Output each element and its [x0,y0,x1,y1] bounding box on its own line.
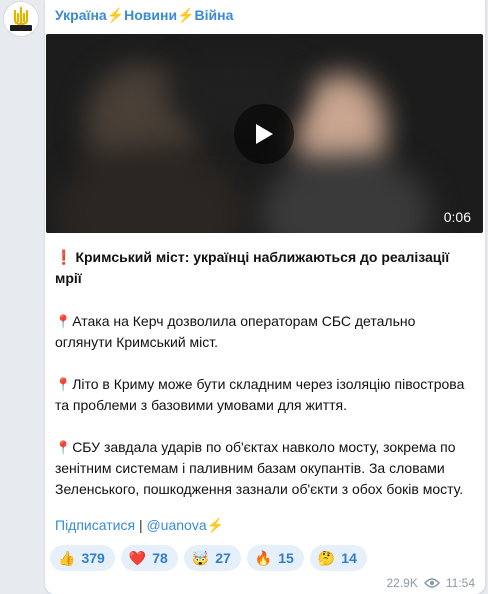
post-title-text: Кримський міст: українці наближаються до… [55,249,450,286]
channel-name-part3: Війна [194,7,234,23]
paragraph-text: Атака на Керч дозволила операторам СБС д… [55,313,416,350]
reaction-count: 379 [81,550,105,566]
post-text: ❗ Кримський міст: українці наближаються д… [55,247,475,521]
reaction-mind-blown[interactable]: 🤯 27 [183,545,241,571]
link-separator: | [138,517,143,533]
reaction-count: 78 [152,550,168,566]
reactions-bar: 👍 379 ❤️ 78 🤯 27 🔥 15 🤔 14 [50,545,367,571]
trident-logo [10,6,32,31]
channel-avatar[interactable] [3,1,39,37]
paragraph-text: СБУ завдала ударів по об'єктах навколо м… [55,439,464,497]
reaction-thumbs-up[interactable]: 👍 379 [50,545,115,571]
video-frame-blur [261,154,431,233]
subscribe-link[interactable]: Підписатися [55,517,135,533]
reaction-count: 15 [278,550,294,566]
exclamation-icon: ❗ [55,249,73,265]
post-title: ❗ Кримський міст: українці наближаються д… [55,247,475,289]
bolt-icon: ⚡ [106,7,125,23]
play-button[interactable] [234,104,294,164]
channel-name[interactable]: Україна⚡Новини⚡Війна [55,7,233,24]
video-player[interactable]: 0:06 [46,34,483,233]
view-count: 22.9K [386,576,418,590]
video-frame-blur [56,144,246,233]
play-icon [256,124,273,144]
reaction-heart[interactable]: ❤️ 78 [120,545,178,571]
reaction-count: 14 [341,550,357,566]
paragraph: 📍Атака на Керч дозволила операторам СБС … [55,311,475,353]
bolt-icon: ⚡ [177,7,195,23]
pin-icon: 📍 [55,440,72,455]
message-meta: 22.9K 11:54 [387,576,476,590]
paragraph: 📍СБУ завдала ударів по об'єктах навколо … [55,437,475,500]
thumbs-up-icon: 👍 [58,549,76,566]
reaction-count: 27 [215,550,231,566]
mind-blown-icon: 🤯 [191,549,210,566]
pin-icon: 📍 [55,314,72,329]
heart-icon: ❤️ [128,549,147,566]
eye-icon [423,578,440,588]
message-time: 11:54 [445,576,475,590]
thinking-icon: 🤔 [317,549,336,566]
fire-icon: 🔥 [254,549,273,566]
reaction-fire[interactable]: 🔥 15 [246,545,304,571]
reaction-thinking[interactable]: 🤔 14 [309,545,367,571]
pin-icon: 📍 [55,377,72,392]
paragraph-text: Літо в Криму може бути складним через із… [55,376,465,413]
channel-handle-link[interactable]: @uanova [146,517,206,533]
channel-name-part2: Новини [124,7,178,23]
channel-name-part1: Україна [55,7,107,23]
footer-links: Підписатися | @uanova⚡ [55,517,224,534]
video-duration: 0:06 [443,209,471,225]
message-bubble: Україна⚡Новини⚡Війна 0:06 ❗ Кримський міс… [45,0,485,594]
paragraph: 📍Літо в Криму може бути складним через і… [55,374,475,416]
bolt-icon: ⚡ [206,517,225,533]
